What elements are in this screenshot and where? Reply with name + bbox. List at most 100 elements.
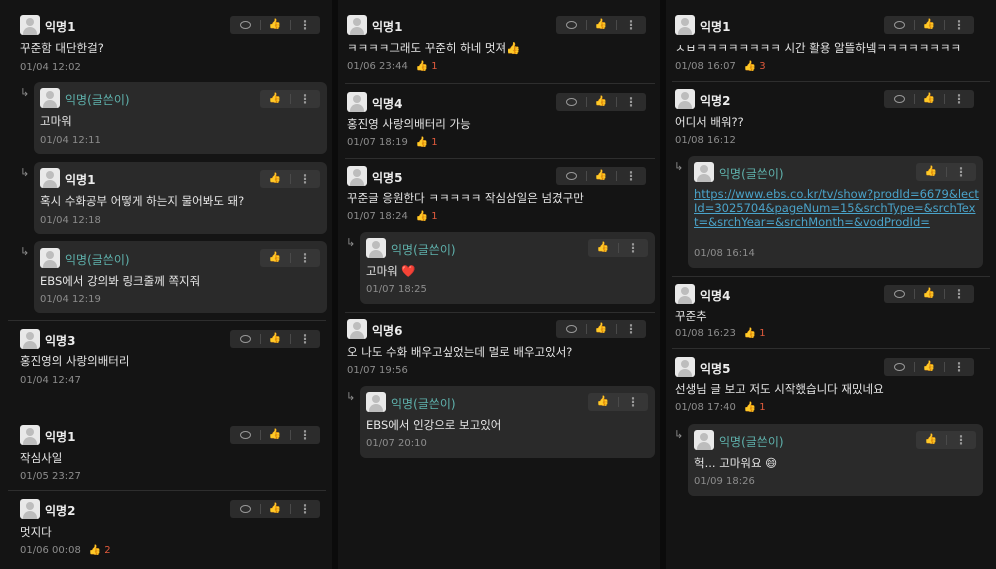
comment-actions: 👍 ⋮ — [884, 285, 974, 303]
like-button[interactable]: 👍 — [914, 358, 944, 376]
speech-bubble-icon — [565, 98, 577, 106]
comment-item: 익명1 👍 ⋮ 작심사일 01/05 23:27 — [0, 415, 332, 490]
more-button[interactable]: ⋮ — [290, 500, 320, 518]
more-button[interactable]: ⋮ — [290, 426, 320, 444]
like-button[interactable]: 👍 — [586, 167, 616, 185]
avatar — [347, 92, 367, 112]
more-button[interactable]: ⋮ — [618, 393, 648, 411]
reply-button[interactable] — [556, 167, 586, 185]
like-button[interactable]: 👍 — [586, 16, 616, 34]
comment-link[interactable]: https://www.ebs.co.kr/tv/show?prodId=667… — [694, 187, 979, 229]
comment-item: 익명5 👍 ⋮ 꾸준글 응원한다 ㅋㅋㅋㅋㅋ 작심삼일은 넘겼구만 01/07 … — [338, 158, 660, 228]
more-button[interactable]: ⋮ — [944, 16, 974, 34]
reply-button[interactable] — [884, 90, 914, 108]
comment-text: 혹시 수화공부 어떻게 하는지 물어봐도 돼? — [40, 194, 245, 208]
like-button[interactable]: 👍 — [916, 163, 946, 181]
reply-button[interactable] — [556, 16, 586, 34]
thumbs-up-icon: 👍 — [594, 170, 608, 181]
like-button[interactable]: 👍 — [914, 16, 944, 34]
more-button[interactable]: ⋮ — [616, 93, 646, 111]
like-button[interactable]: 👍 — [914, 90, 944, 108]
comment-author: 익명5 — [700, 362, 731, 376]
thumbs-up-icon: 👍 — [268, 252, 282, 263]
more-button[interactable]: ⋮ — [616, 16, 646, 34]
comment-item: 익명3 👍 ⋮ 홍진영의 사랑의배터리 01/04 12:47 — [0, 320, 332, 400]
avatar — [20, 15, 40, 35]
comment-text: 꾸준추 — [675, 309, 707, 323]
more-button[interactable]: ⋮ — [944, 90, 974, 108]
more-button[interactable]: ⋮ — [290, 249, 320, 267]
like-button[interactable]: 👍 — [588, 239, 618, 257]
comment-item: 익명2 👍 ⋮ 어디서 배워?? 01/08 16:12 — [666, 81, 996, 153]
comment-author: 익명1 — [372, 20, 403, 34]
more-button[interactable]: ⋮ — [944, 358, 974, 376]
more-vertical-icon: ⋮ — [955, 165, 967, 179]
thumbs-up-icon: 👍 — [268, 503, 282, 514]
more-vertical-icon: ⋮ — [299, 18, 311, 32]
like-button[interactable]: 👍 — [916, 431, 946, 449]
comment-meta: 01/06 23:44 👍 1 — [347, 61, 438, 72]
more-button[interactable]: ⋮ — [290, 16, 320, 34]
reply-button[interactable] — [884, 285, 914, 303]
more-button[interactable]: ⋮ — [290, 170, 320, 188]
speech-bubble-icon — [565, 21, 577, 29]
comment-item: 익명1 👍 ⋮ 꾸준함 대단한걸? 01/04 12:02 — [0, 0, 332, 80]
reply-button[interactable] — [230, 330, 260, 348]
comment-author: 익명4 — [372, 97, 403, 111]
like-button[interactable]: 👍 — [260, 249, 290, 267]
like-count: 👍 1 — [744, 402, 766, 413]
avatar — [675, 357, 695, 377]
comment-author: 익명1 — [700, 20, 731, 34]
more-button[interactable]: ⋮ — [944, 285, 974, 303]
like-button[interactable]: 👍 — [260, 90, 290, 108]
comment-actions: 👍 ⋮ — [260, 249, 320, 267]
comment-time: 01/04 12:47 — [20, 375, 81, 386]
thumbs-up-icon: 👍 — [594, 96, 608, 107]
speech-bubble-icon — [893, 21, 905, 29]
comment-actions: 👍 ⋮ — [556, 320, 646, 338]
more-button[interactable]: ⋮ — [616, 167, 646, 185]
comment-author: 익명5 — [372, 171, 403, 185]
like-button[interactable]: 👍 — [588, 393, 618, 411]
reply-button[interactable] — [884, 358, 914, 376]
avatar — [20, 425, 40, 445]
like-button[interactable]: 👍 — [586, 320, 616, 338]
comment-item: 익명6 👍 ⋮ 오 나도 수화 배우고싶었는데 멀로 배우고있서? 01/07 … — [338, 312, 660, 382]
more-button[interactable]: ⋮ — [290, 330, 320, 348]
like-button[interactable]: 👍 — [260, 426, 290, 444]
more-button[interactable]: ⋮ — [946, 163, 976, 181]
like-count-value: 1 — [431, 137, 438, 148]
reply-arrow-icon: ↳ — [674, 428, 684, 441]
comment-time: 01/07 20:10 — [366, 438, 427, 449]
comment-time: 01/08 16:07 — [675, 61, 736, 72]
like-button[interactable]: 👍 — [914, 285, 944, 303]
more-vertical-icon: ⋮ — [299, 332, 311, 346]
more-button[interactable]: ⋮ — [946, 431, 976, 449]
like-button[interactable]: 👍 — [260, 330, 290, 348]
speech-bubble-icon — [239, 21, 251, 29]
avatar — [694, 430, 714, 450]
comment-actions: 👍 ⋮ — [916, 163, 976, 181]
like-button[interactable]: 👍 — [586, 93, 616, 111]
reply-arrow-icon: ↳ — [20, 245, 30, 258]
reply-button[interactable] — [230, 500, 260, 518]
reply-button[interactable] — [884, 16, 914, 34]
thumbs-up-icon: 👍 — [268, 19, 282, 30]
like-button[interactable]: 👍 — [260, 500, 290, 518]
comment-meta: 01/07 18:19 👍 1 — [347, 137, 438, 148]
reply-button[interactable] — [556, 93, 586, 111]
more-button[interactable]: ⋮ — [618, 239, 648, 257]
comment-actions: 👍 ⋮ — [556, 93, 646, 111]
reply-button[interactable] — [230, 426, 260, 444]
like-count: 👍 3 — [744, 61, 766, 72]
comment-author: 익명1 — [65, 173, 96, 187]
more-button[interactable]: ⋮ — [290, 90, 320, 108]
speech-bubble-icon — [893, 363, 905, 371]
reply-button[interactable] — [230, 16, 260, 34]
more-button[interactable]: ⋮ — [616, 320, 646, 338]
comment-time: 01/07 18:25 — [366, 284, 427, 295]
more-vertical-icon: ⋮ — [625, 322, 637, 336]
like-button[interactable]: 👍 — [260, 16, 290, 34]
like-button[interactable]: 👍 — [260, 170, 290, 188]
reply-button[interactable] — [556, 320, 586, 338]
